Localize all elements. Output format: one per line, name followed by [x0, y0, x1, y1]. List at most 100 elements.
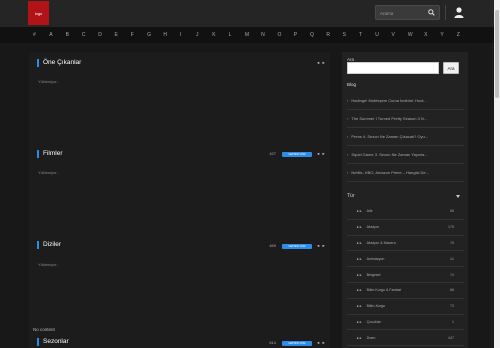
alphabet-letter[interactable]: O: [277, 32, 293, 38]
sidebar-search-input[interactable]: [347, 62, 439, 74]
alphabet-letter[interactable]: F: [131, 32, 147, 38]
genre-title: Tür: [347, 193, 355, 199]
genre-name: Aksiyon: [366, 225, 380, 230]
genre-dropdown-header[interactable]: Tür: [347, 193, 464, 201]
seasons-nav-arrows[interactable]: ◂ ▸: [317, 340, 326, 346]
expand-arrow-icon[interactable]: ▸▸: [357, 257, 363, 261]
genre-name: Dram: [366, 335, 376, 340]
section-title-featured: Öne Çıkanlar: [37, 59, 81, 67]
expand-arrow-icon[interactable]: ▸▸: [357, 288, 363, 292]
blog-item[interactable]: › The Summer I Turned Pretty Season 3 N..…: [347, 110, 464, 128]
section-title-seasons: Sezonlar: [37, 338, 69, 346]
alphabet-letter[interactable]: E: [114, 32, 130, 38]
blog-item[interactable]: › Hadinge! Muhteşem Cuma İndirimi: Hodi..…: [347, 92, 464, 110]
chevron-right-icon: ›: [347, 134, 349, 139]
genre-item[interactable]: ▸▸ Aile 65: [347, 204, 464, 220]
search-icon[interactable]: [428, 9, 435, 16]
blog-list: › Hadinge! Muhteşem Cuma İndirimi: Hodi..…: [347, 92, 464, 182]
blog-item-title: Prens 4. Sezon Ne Zaman Çıkacak? Oyu...: [351, 134, 429, 139]
blog-item[interactable]: › Squid Game 3. Sezon Ne Zaman Yayınla...: [347, 146, 464, 164]
alphabet-letter[interactable]: V: [392, 32, 408, 38]
expand-arrow-icon[interactable]: ▸▸: [357, 225, 363, 229]
alphabet-letter[interactable]: T: [359, 32, 375, 38]
blog-title: Blog: [347, 82, 357, 87]
series-see-all-button[interactable]: HEPSİNİ GÖR: [282, 244, 312, 249]
genre-item[interactable]: ▸▸ Aksiyon & Macera 76: [347, 236, 464, 252]
alphabet-letter[interactable]: #: [33, 32, 49, 38]
alphabet-letter[interactable]: J: [196, 32, 212, 38]
alphabet-letter[interactable]: N: [261, 32, 277, 38]
alphabet-letter[interactable]: D: [98, 32, 114, 38]
chevron-right-icon: ›: [347, 98, 349, 103]
expand-arrow-icon[interactable]: ▸▸: [357, 209, 363, 213]
movies-count: 427: [269, 151, 276, 156]
featured-loading: Yükleniyor..: [38, 79, 59, 84]
alphabet-letter[interactable]: B: [66, 32, 82, 38]
movies-see-all-button[interactable]: HEPSİNİ GÖR: [282, 152, 312, 157]
alphabet-letter[interactable]: H: [163, 32, 179, 38]
alphabet-letter[interactable]: U: [375, 32, 391, 38]
blog-item[interactable]: › Prens 4. Sezon Ne Zaman Çıkacak? Oyu...: [347, 128, 464, 146]
genre-item[interactable]: ▸▸ Aksiyon 179: [347, 220, 464, 236]
movies-nav-arrows[interactable]: ◂ ▸: [317, 151, 326, 157]
genre-name: Belgesel: [366, 272, 381, 277]
alphabet-letter[interactable]: L: [229, 32, 245, 38]
search-box[interactable]: [375, 5, 440, 20]
seasons-see-all-button[interactable]: HEPSİNİ GÖR: [282, 341, 312, 346]
genre-item[interactable]: ▸▸ Bilim Kurgu & Fantazi 68: [347, 283, 464, 299]
alphabet-letter[interactable]: Y: [440, 32, 456, 38]
genre-item[interactable]: ▸▸ Bilim-Kurgu 73: [347, 299, 464, 315]
movies-loading: Yükleniyor..: [38, 170, 59, 175]
alphabet-letter[interactable]: C: [82, 32, 98, 38]
alphabet-letter[interactable]: A: [49, 32, 65, 38]
alphabet-letter[interactable]: R: [326, 32, 342, 38]
genre-count: 179: [448, 225, 454, 230]
sidebar-search-button[interactable]: Ara: [443, 62, 459, 74]
genre-item[interactable]: ▸▸ Belgesel 74: [347, 267, 464, 283]
genre-item[interactable]: ▸▸ Dram 447: [347, 330, 464, 347]
alphabet-letter[interactable]: G: [147, 32, 163, 38]
alphabet-letter[interactable]: M: [245, 32, 261, 38]
search-input[interactable]: [380, 8, 428, 18]
genre-count: 1: [452, 319, 454, 324]
genre-name: Animasyon: [366, 256, 385, 261]
alphabet-letter[interactable]: K: [212, 32, 228, 38]
expand-arrow-icon[interactable]: ▸▸: [357, 336, 363, 340]
chevron-right-icon: ›: [347, 152, 349, 157]
alphabet-letter[interactable]: Q: [310, 32, 326, 38]
expand-arrow-icon[interactable]: ▸▸: [357, 241, 363, 245]
genre-count: 74: [450, 272, 454, 277]
genre-count: 68: [450, 288, 454, 293]
alphabet-letter[interactable]: Z: [457, 32, 473, 38]
genre-name: Aksiyon & Macera: [366, 240, 396, 245]
sidebar: Ara Ara Blog › Hadinge! Muhteşem Cuma İnd…: [342, 52, 468, 348]
caret-down-icon[interactable]: [456, 195, 460, 198]
genre-item[interactable]: ▸▸ Animasyon 41: [347, 251, 464, 268]
blog-item-title: Netflix, HBO, Amazon Prime – Hangisi De.…: [351, 170, 429, 175]
alphabet-letter[interactable]: W: [408, 32, 424, 38]
expand-arrow-icon[interactable]: ▸▸: [357, 304, 363, 308]
scrollbar-thumb[interactable]: [495, 10, 499, 98]
genre-name: Aile: [366, 209, 373, 214]
blog-item[interactable]: › Netflix, HBO, Amazon Prime – Hangisi De…: [347, 164, 464, 182]
user-icon[interactable]: [454, 7, 464, 18]
alphabet-letter[interactable]: S: [343, 32, 359, 38]
featured-nav-arrows[interactable]: ◂ ▸: [317, 60, 326, 66]
series-nav-arrows[interactable]: ◂ ▸: [317, 243, 326, 249]
genre-name: Bilim-Kurgu: [366, 304, 386, 309]
alphabet-letter[interactable]: P: [294, 32, 310, 38]
expand-arrow-icon[interactable]: ▸▸: [357, 320, 363, 324]
page-scrollbar[interactable]: [494, 0, 500, 348]
genre-item[interactable]: ▸▸ Çocuklar 1: [347, 315, 464, 331]
site-logo[interactable]: logo: [28, 1, 49, 25]
seasons-count: 614: [269, 340, 276, 345]
alphabet-letter[interactable]: I: [180, 32, 196, 38]
expand-arrow-icon[interactable]: ▸▸: [357, 273, 363, 277]
section-title-movies: Filmler: [37, 150, 63, 158]
main-content: Öne Çıkanlar ◂ ▸ Yükleniyor.. Filmler 42…: [29, 52, 330, 348]
genre-name: Bilim Kurgu & Fantazi: [366, 288, 402, 293]
genre-name: Çocuklar: [366, 319, 381, 324]
chevron-right-icon: ›: [347, 116, 349, 121]
blog-item-title: Hadinge! Muhteşem Cuma İndirimi: Hodi...: [351, 98, 427, 103]
alphabet-letter[interactable]: X: [424, 32, 440, 38]
